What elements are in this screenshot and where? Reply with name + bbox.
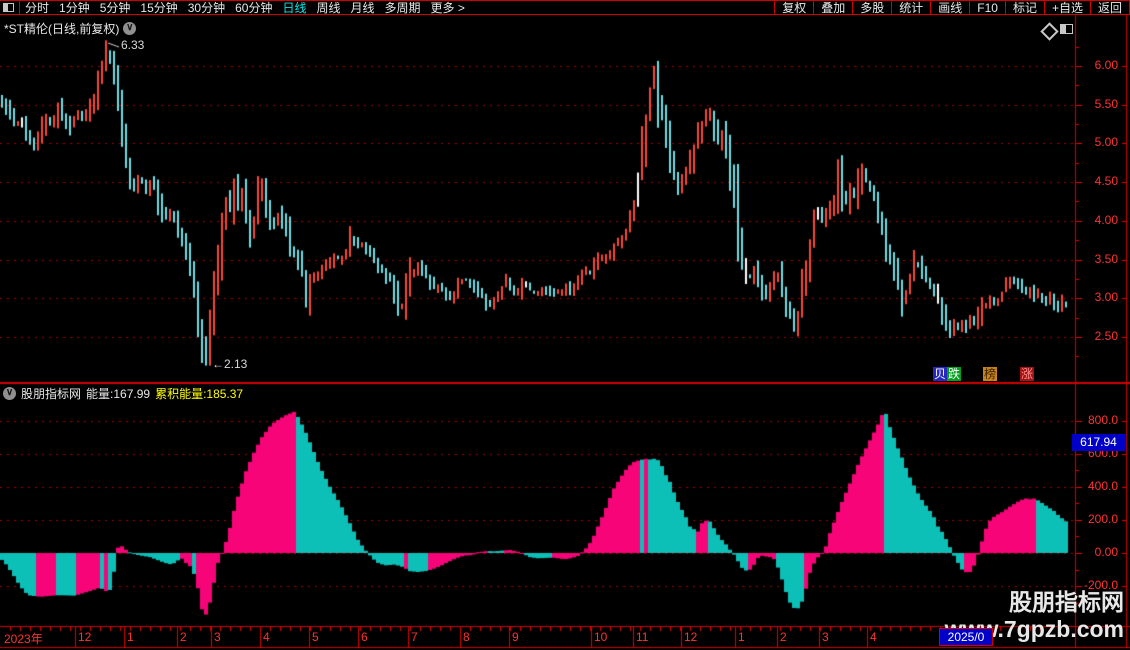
indicator-axis-label: 800.0 <box>1087 412 1118 427</box>
energy-label: 能量:167.99 <box>86 387 151 401</box>
month-label: 8 <box>463 630 470 644</box>
action-button-复权[interactable]: 复权 <box>774 1 813 15</box>
period-tab-60分钟[interactable]: 60分钟 <box>230 0 277 16</box>
period-tabs: 分时 1分钟 5分钟 15分钟 30分钟 60分钟 日线 周线 月线 多周期 更多 > <box>20 0 470 16</box>
month-label: 4 <box>870 630 877 644</box>
price-axis-label: 4.00 <box>1094 212 1118 227</box>
action-button-F10[interactable]: F10 <box>969 1 1005 15</box>
period-tab-多周期[interactable]: 多周期 <box>380 0 426 16</box>
period-tab-分时[interactable]: 分时 <box>20 0 54 16</box>
split-panel-icon[interactable] <box>1060 24 1073 34</box>
month-label: 4 <box>263 630 270 644</box>
period-tab-周线[interactable]: 周线 <box>311 0 345 16</box>
month-label: 2 <box>180 630 187 644</box>
badge-涨[interactable]: 涨 <box>1020 367 1034 381</box>
month-label: 1 <box>127 630 134 644</box>
badge-榜[interactable]: 榜 <box>983 367 997 381</box>
chevron-down-icon[interactable]: ∨ <box>3 387 16 400</box>
action-button-统计[interactable]: 统计 <box>891 1 930 15</box>
price-axis-label: 2.50 <box>1094 328 1118 343</box>
year-label: 2023年 <box>4 632 43 646</box>
page-title: *ST精伦(日线,前复权) <box>4 22 120 36</box>
price-axis-label: 3.00 <box>1094 290 1118 305</box>
month-label: 3 <box>822 630 829 644</box>
panel-toggle-button[interactable] <box>0 1 20 14</box>
action-button-标记[interactable]: 标记 <box>1004 1 1044 15</box>
action-button-返回[interactable]: 返回 <box>1089 1 1130 15</box>
price-axis-label: 3.50 <box>1094 251 1118 266</box>
split-panel-icon <box>3 3 14 12</box>
month-label: 11 <box>636 630 649 644</box>
indicator-axis-label: 200.0 <box>1087 511 1118 526</box>
action-button-+自选[interactable]: +自选 <box>1043 1 1090 15</box>
price-axis-label: 5.50 <box>1094 96 1118 111</box>
month-label: 6 <box>361 630 368 644</box>
period-tab-5分钟[interactable]: 5分钟 <box>95 0 136 16</box>
left-arrow-icon: ← <box>212 357 224 371</box>
period-tab-日线[interactable]: 日线 <box>277 0 311 16</box>
chevron-down-icon[interactable]: ∨ <box>123 22 137 35</box>
indicator-header: ∨ 股朋指标网 能量:167.99 累积能量:185.37 <box>3 385 243 402</box>
toolbar: 分时 1分钟 5分钟 15分钟 30分钟 60分钟 日线 周线 月线 多周期 更多 > 复权 叠加 多股… <box>0 0 1130 15</box>
action-button-画线[interactable]: 画线 <box>930 1 969 15</box>
indicator-name[interactable]: 股朋指标网 <box>21 385 81 402</box>
indicator-axis-label: 400.0 <box>1087 478 1118 493</box>
month-label: 10 <box>594 630 608 644</box>
date-value-badge: 2025/0 <box>939 628 993 646</box>
price-axis-label: 4.50 <box>1094 174 1118 189</box>
action-buttons: 复权 叠加 多股 统计 画线 F10 标记 +自选 返回 <box>774 1 1130 15</box>
high-annotation: 6.33 <box>121 38 145 52</box>
indicator-value-badge: 617.94 <box>1072 434 1125 451</box>
period-tab-15分钟[interactable]: 15分钟 <box>135 0 182 16</box>
period-tab-更多 >[interactable]: 更多 > <box>426 0 470 16</box>
watermark-line1: 股朋指标网 <box>1009 589 1124 615</box>
period-tab-30分钟[interactable]: 30分钟 <box>183 0 230 16</box>
price-axis-label: 6.00 <box>1094 57 1118 72</box>
main-chart-title-row: *ST精伦(日线,前复权) ∨ <box>4 20 137 37</box>
price-axis-label: 5.00 <box>1094 135 1118 150</box>
action-button-多股[interactable]: 多股 <box>852 1 891 15</box>
month-label: 5 <box>312 630 319 644</box>
cumulative-energy-label: 累积能量:185.37 <box>155 387 244 401</box>
badge-跌[interactable]: 跌 <box>947 367 961 381</box>
stock-app-window: 分时 1分钟 5分钟 15分钟 30分钟 60分钟 日线 周线 月线 多周期 更多 > 复权 叠加 多股… <box>0 0 1130 650</box>
low-annotation: ←2.13 <box>212 357 248 371</box>
chart-canvas[interactable] <box>0 0 1130 650</box>
indicator-axis-label: 0.00 <box>1094 544 1118 559</box>
month-label: 12 <box>684 630 698 644</box>
month-label: 1 <box>738 630 745 644</box>
action-button-叠加[interactable]: 叠加 <box>813 1 852 15</box>
month-label: 7 <box>411 630 418 644</box>
badge-贝[interactable]: 贝 <box>933 367 947 381</box>
period-tab-1分钟[interactable]: 1分钟 <box>54 0 95 16</box>
month-label: 2 <box>780 630 787 644</box>
month-label: 3 <box>214 630 221 644</box>
period-tab-月线[interactable]: 月线 <box>346 0 380 16</box>
month-label: 9 <box>512 630 519 644</box>
month-label: 12 <box>78 630 92 644</box>
